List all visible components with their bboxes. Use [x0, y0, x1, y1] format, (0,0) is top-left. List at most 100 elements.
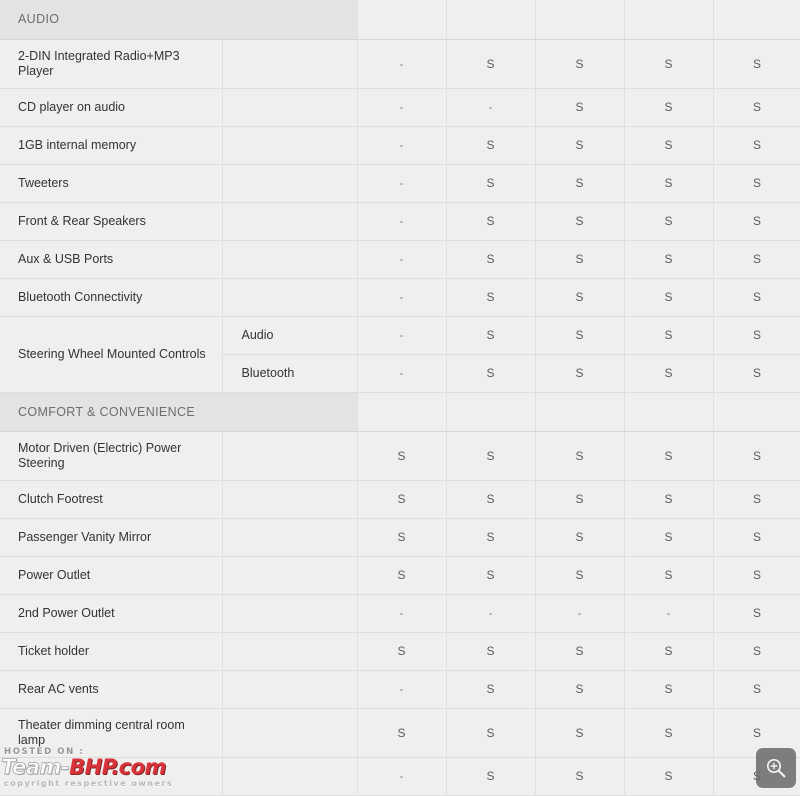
subfeature-label — [222, 708, 358, 758]
value-cell: S — [357, 480, 447, 519]
table-row: 2nd Power Outlet - - - - S — [0, 594, 800, 633]
feature-label: Steering Wheel Mounted Controls — [0, 316, 223, 393]
value-cell: - — [357, 316, 447, 355]
value-cell: S — [446, 518, 536, 557]
value-cell: S — [446, 316, 536, 355]
subfeature-label — [222, 594, 358, 633]
section-blank-cell — [446, 0, 536, 40]
value-cell: S — [357, 518, 447, 557]
subfeature-label: Bluetooth — [222, 354, 358, 393]
value-cell: S — [357, 632, 447, 671]
feature-label: CD player on audio — [0, 88, 223, 127]
zoom-in-button[interactable] — [756, 748, 796, 788]
table-row: CD player on audio - - S S S — [0, 88, 800, 127]
value-cell: S — [446, 354, 536, 393]
feature-label: Clutch Footrest — [0, 480, 223, 519]
value-cell: S — [446, 164, 536, 203]
value-cell: S — [713, 632, 800, 671]
subfeature-label — [222, 670, 358, 709]
value-cell: S — [535, 126, 625, 165]
value-cell: S — [357, 708, 447, 758]
table-row: Theater dimming central room lamp S S S … — [0, 708, 800, 758]
section-title-comfort-convenience: COMFORT & CONVENIENCE — [0, 392, 358, 432]
subfeature-label — [222, 39, 358, 89]
value-cell: S — [446, 632, 536, 671]
feature-label — [0, 757, 223, 796]
subfeature-label — [222, 126, 358, 165]
value-cell: S — [446, 480, 536, 519]
subfeature-label — [222, 556, 358, 595]
feature-label: Passenger Vanity Mirror — [0, 518, 223, 557]
value-cell: S — [713, 431, 800, 481]
value-cell: S — [624, 431, 714, 481]
value-cell: S — [713, 278, 800, 317]
value-cell: S — [713, 39, 800, 89]
table-row: Ticket holder S S S S S — [0, 632, 800, 671]
table-row: Power Outlet S S S S S — [0, 556, 800, 595]
value-cell: - — [357, 670, 447, 709]
table-row: - S S S S — [0, 757, 800, 796]
section-title-audio: AUDIO — [0, 0, 358, 40]
value-cell: - — [357, 240, 447, 279]
feature-label: 1GB internal memory — [0, 126, 223, 165]
subfeature-label — [222, 632, 358, 671]
subfeature-label: Audio — [222, 316, 358, 355]
value-cell: - — [357, 39, 447, 89]
feature-label: Tweeters — [0, 164, 223, 203]
value-cell: S — [446, 757, 536, 796]
value-cell: S — [446, 202, 536, 241]
table-row: Motor Driven (Electric) Power Steering S… — [0, 431, 800, 481]
value-cell: S — [713, 670, 800, 709]
subfeature-label — [222, 88, 358, 127]
value-cell: S — [357, 556, 447, 595]
value-cell: S — [624, 278, 714, 317]
value-cell: S — [713, 518, 800, 557]
value-cell: - — [446, 594, 536, 633]
value-cell: S — [535, 757, 625, 796]
section-blank-cell — [535, 392, 625, 432]
section-blank-cell — [713, 392, 800, 432]
feature-label: 2-DIN Integrated Radio+MP3 Player — [0, 39, 223, 89]
value-cell: S — [535, 39, 625, 89]
section-blank-cell — [624, 392, 714, 432]
table-row: Passenger Vanity Mirror S S S S S — [0, 518, 800, 557]
section-blank-cell — [624, 0, 714, 40]
value-cell: S — [446, 708, 536, 758]
feature-label: Power Outlet — [0, 556, 223, 595]
value-cell: S — [535, 480, 625, 519]
value-cell: S — [624, 354, 714, 393]
value-cell: - — [535, 594, 625, 633]
feature-label: 2nd Power Outlet — [0, 594, 223, 633]
value-cell: S — [535, 88, 625, 127]
value-cell: S — [446, 39, 536, 89]
section-blank-cell — [446, 392, 536, 432]
specification-comparison-table: AUDIO 2-DIN Integrated Radio+MP3 Player … — [0, 0, 800, 796]
value-cell: S — [624, 202, 714, 241]
value-cell: S — [624, 126, 714, 165]
value-cell: S — [624, 240, 714, 279]
value-cell: - — [624, 594, 714, 633]
value-cell: - — [357, 88, 447, 127]
feature-label: Ticket holder — [0, 632, 223, 671]
value-cell: - — [357, 278, 447, 317]
subfeature-label — [222, 278, 358, 317]
value-cell: - — [357, 354, 447, 393]
section-blank-cell — [357, 0, 447, 40]
table-row: Bluetooth Connectivity - S S S S — [0, 278, 800, 317]
value-cell: S — [446, 278, 536, 317]
table-row: Rear AC vents - S S S S — [0, 670, 800, 709]
subfeature-label — [222, 431, 358, 481]
value-cell: S — [713, 240, 800, 279]
feature-label: Front & Rear Speakers — [0, 202, 223, 241]
feature-label: Motor Driven (Electric) Power Steering — [0, 431, 223, 481]
value-cell: S — [624, 88, 714, 127]
table-row: Clutch Footrest S S S S S — [0, 480, 800, 519]
subfeature-label — [222, 518, 358, 557]
subfeature-label — [222, 757, 358, 796]
subfeature-label — [222, 240, 358, 279]
value-cell: - — [446, 88, 536, 127]
section-blank-cell — [535, 0, 625, 40]
feature-label: Theater dimming central room lamp — [0, 708, 223, 758]
value-cell: S — [713, 354, 800, 393]
value-cell: S — [624, 556, 714, 595]
